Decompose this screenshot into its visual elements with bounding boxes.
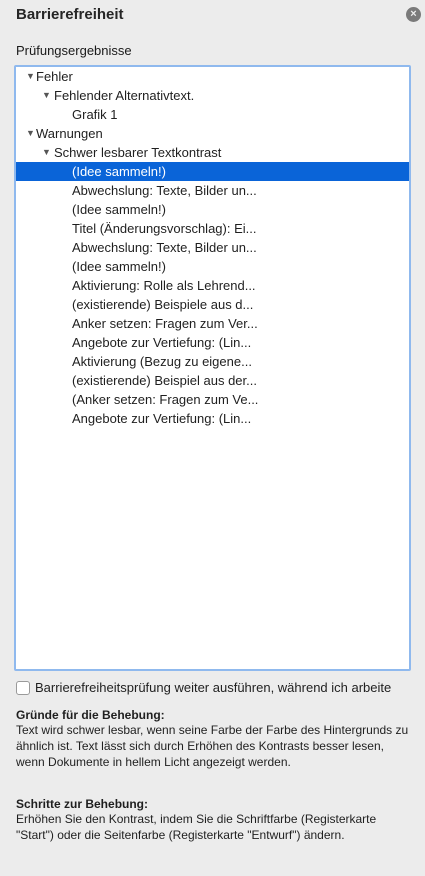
tree-row[interactable]: Angebote zur Vertiefung: (Lin... — [16, 333, 409, 352]
tree-row[interactable]: (existierende) Beispiel aus der... — [16, 371, 409, 390]
tree-row[interactable]: Angebote zur Vertiefung: (Lin... — [16, 409, 409, 428]
tree-row-label: Warnungen — [36, 126, 103, 141]
tree-row-label: Schwer lesbarer Textkontrast — [54, 145, 222, 160]
tree-row-label: Abwechslung: Texte, Bilder un... — [72, 240, 257, 255]
tree-row-label: (Anker setzen: Fragen zum Ve... — [72, 392, 259, 407]
tree-row[interactable]: ▼ Fehler — [16, 67, 409, 86]
tree-row-label: (existierende) Beispiel aus der... — [72, 373, 257, 388]
disclosure-triangle-icon[interactable]: ▼ — [26, 124, 36, 143]
tree-row-label: (Idee sammeln!) — [72, 164, 166, 179]
tree-row[interactable]: Abwechslung: Texte, Bilder un... — [16, 238, 409, 257]
steps-text: Erhöhen Sie den Kontrast, indem Sie die … — [16, 812, 377, 842]
tree-row[interactable]: Aktivierung: Rolle als Lehrend... — [16, 276, 409, 295]
tree-row-label: (Idee sammeln!) — [72, 259, 166, 274]
tree-row-label: Fehlender Alternativtext. — [54, 88, 195, 103]
tree-row[interactable]: Anker setzen: Fragen zum Ver... — [16, 314, 409, 333]
tree-row-label: (Idee sammeln!) — [72, 202, 166, 217]
keep-checking-checkbox[interactable] — [16, 681, 30, 695]
tree-row[interactable]: (Anker setzen: Fragen zum Ve... — [16, 390, 409, 409]
tree-row-label: Abwechslung: Texte, Bilder un... — [72, 183, 257, 198]
tree-row-label: (existierende) Beispiele aus d... — [72, 297, 254, 312]
results-tree[interactable]: ▼ Fehler ▼ Fehlender Alternativtext. Grafik … — [14, 65, 411, 671]
reasons-text: Text wird schwer lesbar, wenn seine Farb… — [16, 723, 409, 769]
disclosure-triangle-icon[interactable]: ▼ — [42, 143, 52, 162]
tree-row-label: Grafik 1 — [72, 107, 118, 122]
tree-row[interactable]: Titel (Änderungsvorschlag): Ei... — [16, 219, 409, 238]
panel-header: Barrierefreiheit × — [0, 0, 425, 30]
tree-row-label: Fehler — [36, 69, 73, 84]
close-icon[interactable]: × — [406, 7, 421, 22]
tree-row-label: Angebote zur Vertiefung: (Lin... — [72, 411, 252, 426]
tree-row-label: Angebote zur Vertiefung: (Lin... — [72, 335, 252, 350]
tree-row[interactable]: (Idee sammeln!) — [16, 200, 409, 219]
tree-row-label: Titel (Änderungsvorschlag): Ei... — [72, 221, 257, 236]
tree-row[interactable]: (existierende) Beispiele aus d... — [16, 295, 409, 314]
tree-row-label: Aktivierung: Rolle als Lehrend... — [72, 278, 256, 293]
disclosure-triangle-icon[interactable]: ▼ — [42, 86, 52, 105]
tree-row[interactable]: Abwechslung: Texte, Bilder un... — [16, 181, 409, 200]
tree-row[interactable]: Aktivierung (Bezug zu eigene... — [16, 352, 409, 371]
steps-heading: Schritte zur Behebung: — [16, 797, 149, 811]
tree-row[interactable]: ▼ Fehlender Alternativtext. — [16, 86, 409, 105]
tree-row[interactable]: Grafik 1 — [16, 105, 409, 124]
reasons-heading: Gründe für die Behebung: — [16, 708, 165, 722]
tree-row[interactable]: ▼ Warnungen — [16, 124, 409, 143]
tree-row-label: Anker setzen: Fragen zum Ver... — [72, 316, 258, 331]
tree-row-label: Aktivierung (Bezug zu eigene... — [72, 354, 252, 369]
results-label: Prüfungsergebnisse — [16, 43, 132, 58]
panel-title: Barrierefreiheit — [16, 6, 124, 23]
keep-checking-label[interactable]: Barrierefreiheitsprüfung weiter ausführe… — [35, 680, 391, 695]
tree-row[interactable]: ▼ Schwer lesbarer Textkontrast — [16, 143, 409, 162]
tree-row[interactable]: (Idee sammeln!) — [16, 257, 409, 276]
disclosure-triangle-icon[interactable]: ▼ — [26, 67, 36, 86]
tree-row[interactable]: (Idee sammeln!) — [16, 162, 409, 181]
